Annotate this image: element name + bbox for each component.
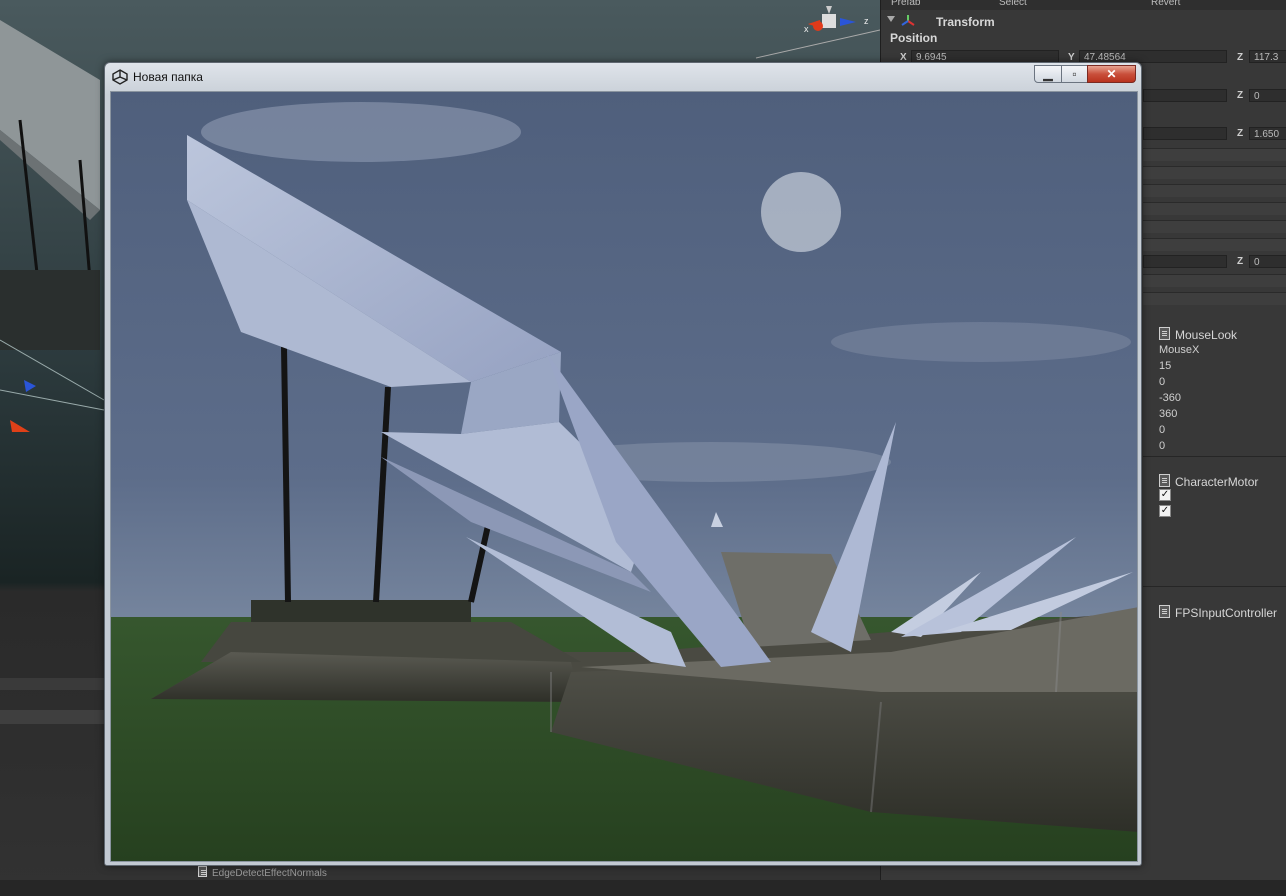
- mouselook-minimum-y[interactable]: 0: [1159, 424, 1165, 436]
- charactermotor-component-title[interactable]: CharacterMotor: [1159, 474, 1258, 489]
- inspector-row[interactable]: [1143, 238, 1286, 251]
- status-item-label: EdgeDetectEffectNormals: [212, 868, 327, 879]
- charactermotor-checkbox[interactable]: ✓: [1159, 505, 1171, 517]
- maximize-icon: ▫: [1072, 67, 1077, 81]
- status-bar: [0, 880, 1286, 896]
- rotation-z-field[interactable]: 0: [1249, 89, 1286, 102]
- minimize-icon: ▁: [1043, 67, 1053, 81]
- script-icon: [198, 866, 207, 877]
- inspector-row[interactable]: [1143, 274, 1286, 287]
- charactermotor-title: CharacterMotor: [1175, 475, 1259, 489]
- mouselook-minimum-x[interactable]: -360: [1159, 392, 1181, 404]
- game-window[interactable]: Новая папка ▁ ▫ ✕: [104, 62, 1142, 866]
- mouselook-axes-value[interactable]: MouseX: [1159, 344, 1199, 356]
- close-icon: ✕: [1106, 67, 1117, 81]
- foldout-arrow-icon[interactable]: [887, 16, 899, 26]
- script-icon: [1159, 605, 1170, 618]
- divider: [1143, 586, 1286, 587]
- position-label: Position: [890, 31, 938, 45]
- window-titlebar[interactable]: Новая папка ▁ ▫ ✕: [105, 63, 1141, 91]
- mouselook-title: MouseLook: [1175, 328, 1238, 342]
- inspector-row[interactable]: [1143, 148, 1286, 161]
- inspector-row[interactable]: [1143, 184, 1286, 197]
- charactermotor-checkbox[interactable]: ✓: [1159, 489, 1171, 501]
- prefab-select-button[interactable]: Select: [999, 0, 1027, 8]
- inspector-row[interactable]: [1143, 292, 1286, 305]
- divider: [1143, 456, 1286, 457]
- extra-field[interactable]: [1143, 255, 1227, 268]
- mouselook-sensitivity-x[interactable]: 15: [1159, 360, 1171, 372]
- mouselook-maximum-x[interactable]: 360: [1159, 408, 1177, 420]
- axis-z-label: Z: [1237, 256, 1244, 267]
- scale-z-field[interactable]: 1.650: [1249, 127, 1286, 140]
- fpsinput-title: FPSInputController: [1175, 606, 1278, 620]
- mouselook-maximum-y[interactable]: 0: [1159, 440, 1165, 452]
- game-viewport[interactable]: [110, 91, 1138, 862]
- inspector-row[interactable]: [1143, 202, 1286, 215]
- scale-y-field[interactable]: [1143, 127, 1227, 140]
- script-icon: [1159, 327, 1170, 340]
- axis-z-label: Z: [1237, 52, 1244, 63]
- minimize-button[interactable]: ▁: [1034, 65, 1062, 83]
- axis-z-label: Z: [1237, 128, 1244, 139]
- close-button[interactable]: ✕: [1087, 65, 1136, 83]
- transform-title: Transform: [936, 15, 995, 29]
- window-title: Новая папка: [133, 70, 203, 84]
- mouselook-component-title[interactable]: MouseLook: [1159, 327, 1237, 342]
- inspector-row[interactable]: [1143, 220, 1286, 233]
- axis-z-label: Z: [1237, 90, 1244, 101]
- game-scene: [111, 92, 1137, 861]
- position-z-field[interactable]: 117.3: [1249, 50, 1286, 63]
- extra-z-field[interactable]: 0: [1249, 255, 1286, 268]
- svg-text:x: x: [804, 24, 809, 34]
- prefab-label: Prefab: [891, 0, 921, 8]
- fpsinput-component-title[interactable]: FPSInputController: [1159, 605, 1277, 620]
- unity-icon: [112, 69, 128, 85]
- prefab-bar: Prefab Select Revert: [881, 0, 1286, 10]
- maximize-button[interactable]: ▫: [1061, 65, 1088, 83]
- rotation-y-field[interactable]: [1143, 89, 1227, 102]
- prefab-revert-button[interactable]: Revert: [1151, 0, 1180, 8]
- scene-gizmo-icon[interactable]: x z: [804, 6, 872, 40]
- status-item[interactable]: EdgeDetectEffectNormals: [198, 866, 327, 879]
- transform-icon: [901, 15, 915, 26]
- inspector-row[interactable]: [1143, 166, 1286, 179]
- script-icon: [1159, 474, 1170, 487]
- svg-text:z: z: [864, 16, 869, 26]
- mouselook-sensitivity-y[interactable]: 0: [1159, 376, 1165, 388]
